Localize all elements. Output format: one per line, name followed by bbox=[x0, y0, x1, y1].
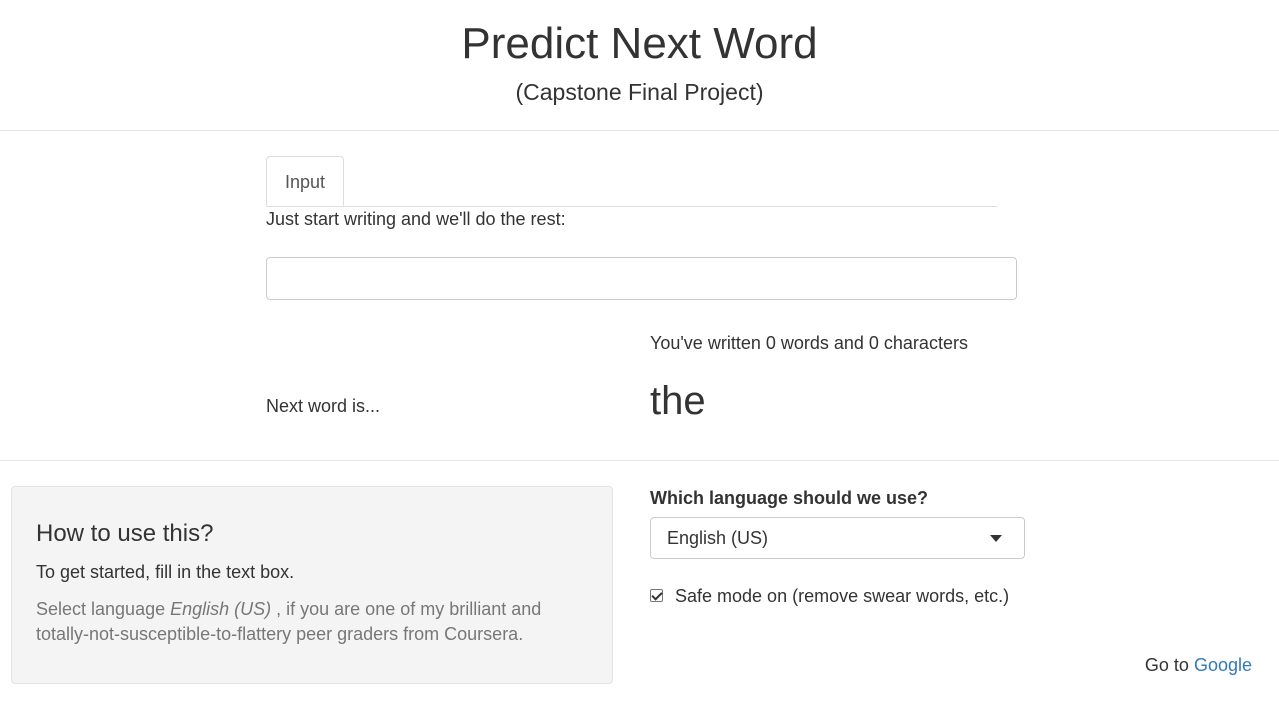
help-note-language: English (US) bbox=[170, 599, 272, 619]
google-link[interactable]: Google bbox=[1194, 655, 1252, 675]
help-panel: How to use this? To get started, fill in… bbox=[11, 486, 613, 684]
goto-prefix: Go to bbox=[1144, 655, 1194, 675]
help-note-start: Select language bbox=[36, 599, 171, 619]
safe-mode-checkbox[interactable] bbox=[650, 589, 663, 602]
language-select[interactable]: English (US) bbox=[650, 517, 1025, 559]
page-subtitle: (Capstone Final Project) bbox=[515, 79, 764, 105]
text-input-field[interactable] bbox=[266, 257, 1017, 300]
safe-mode-label[interactable]: Safe mode on (remove swear words, etc.) bbox=[675, 586, 1009, 606]
next-word-label: Next word is... bbox=[266, 396, 381, 416]
page-title: Predict Next Word bbox=[461, 19, 818, 68]
input-prompt-label: Just start writing and we'll do the rest… bbox=[266, 209, 566, 229]
help-language-note: Select language English (US) , if you ar… bbox=[36, 597, 596, 647]
help-title: How to use this? bbox=[36, 520, 214, 547]
language-label: Which language should we use? bbox=[650, 488, 929, 508]
predicted-word: the bbox=[650, 379, 706, 423]
page-header: Predict Next Word (Capstone Final Projec… bbox=[0, 0, 1279, 131]
word-character-count: You've written 0 words and 0 characters bbox=[650, 333, 968, 353]
caret-down-icon bbox=[990, 535, 1002, 542]
tab-bar-border bbox=[266, 206, 997, 207]
tab-input[interactable]: Input bbox=[266, 156, 344, 206]
help-instruction: To get started, fill in the text box. bbox=[36, 562, 295, 582]
language-selected-value: English (US) bbox=[667, 528, 769, 548]
footer-goto: Go to Google bbox=[1145, 655, 1252, 675]
section-divider bbox=[0, 460, 1279, 461]
